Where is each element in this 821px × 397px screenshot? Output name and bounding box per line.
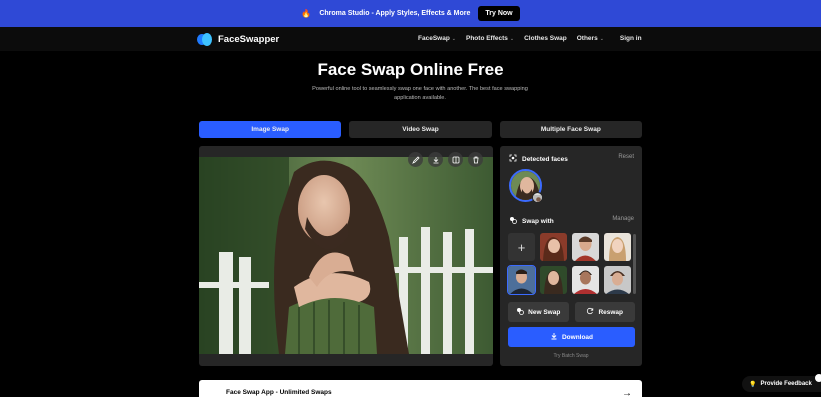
face-option[interactable] [540, 233, 567, 261]
chevron-down-icon: ⌄ [509, 36, 515, 42]
swap-mode-tabs: Image Swap Video Swap Multiple Face Swap [199, 121, 642, 138]
face-option[interactable] [604, 233, 631, 261]
refresh-icon [586, 307, 594, 317]
face-option[interactable] [540, 266, 567, 294]
compare-icon[interactable] [448, 152, 463, 167]
reswap-button[interactable]: Reswap [574, 302, 635, 322]
arrow-right-icon: → [622, 388, 632, 397]
trash-icon[interactable] [468, 152, 483, 167]
menu-others[interactable]: Others ⌄ [577, 35, 604, 42]
swap-with-header: Swap with [509, 216, 554, 226]
feedback-handle[interactable] [815, 374, 821, 382]
download-icon[interactable] [428, 152, 443, 167]
tab-video-swap[interactable]: Video Swap [349, 121, 492, 138]
face-option[interactable] [572, 233, 599, 261]
main-menu: FaceSwap ⌄ Photo Effects ⌄ Clothes Swap Ot… [418, 35, 642, 42]
edit-icon[interactable] [408, 152, 423, 167]
tab-image-swap[interactable]: Image Swap [199, 121, 342, 138]
lightbulb-icon: 💡 [749, 381, 757, 388]
menu-clothes-swap[interactable]: Clothes Swap [524, 35, 567, 42]
swap-panel: Detected faces Reset Swap with Manage + … [500, 146, 642, 366]
face-option[interactable] [572, 266, 599, 294]
page-subtitle: Powerful online tool to seamlessly swap … [312, 86, 528, 101]
new-swap-button[interactable]: New Swap [508, 302, 569, 322]
swap-actions: New Swap Reswap [508, 302, 635, 322]
swap-icon [516, 307, 525, 317]
app-promo-title: Face Swap App - Unlimited Swaps [226, 389, 332, 396]
face-option-selected[interactable] [507, 265, 536, 295]
app-promo-bar[interactable]: Face Swap App - Unlimited Swaps → [199, 380, 642, 397]
image-canvas [199, 146, 493, 366]
brand-name: FaceSwapper [218, 34, 280, 45]
promo-text: Chroma Studio - Apply Styles, Effects & … [319, 10, 471, 17]
swap-icon [509, 216, 517, 226]
brand-logo[interactable]: FaceSwapper [197, 32, 279, 47]
promo-banner: 🔥 Chroma Studio - Apply Styles, Effects … [0, 0, 821, 27]
download-icon [550, 332, 558, 342]
chevron-down-icon: ⌄ [451, 36, 456, 42]
sign-in-link[interactable]: Sign in [620, 35, 642, 42]
feedback-button[interactable]: 💡 Provide Feedback [742, 376, 821, 392]
download-button[interactable]: Download [508, 327, 635, 347]
manage-button[interactable]: Manage [612, 216, 634, 222]
chevron-down-icon: ⌄ [599, 36, 604, 42]
page-title: Face Swap Online Free [317, 60, 504, 79]
add-face-button[interactable]: + [508, 233, 535, 261]
uploaded-photo [199, 157, 493, 354]
menu-faceswap[interactable]: FaceSwap ⌄ [418, 35, 456, 42]
tab-multiple-face-swap[interactable]: Multiple Face Swap [499, 121, 642, 138]
canvas-toolbar [408, 152, 483, 167]
menu-photo-effects[interactable]: Photo Effects ⌄ [466, 35, 514, 42]
try-now-button[interactable]: Try Now [478, 6, 520, 21]
face-scan-icon [509, 154, 517, 164]
fire-icon: 🔥 [301, 9, 312, 18]
face-library-grid: + [507, 233, 632, 295]
plus-icon: + [517, 239, 526, 255]
try-batch-swap-link[interactable]: Try Batch Swap [500, 353, 642, 359]
face-library-scrollbar[interactable] [633, 234, 636, 294]
face-option[interactable] [604, 266, 631, 294]
top-navbar: FaceSwapper FaceSwap ⌄ Photo Effects ⌄ Clo… [0, 27, 821, 51]
assigned-face-badge [532, 192, 543, 203]
reset-button[interactable]: Reset [618, 154, 634, 160]
detected-faces-header: Detected faces [509, 154, 568, 164]
logo-icon [197, 32, 212, 47]
